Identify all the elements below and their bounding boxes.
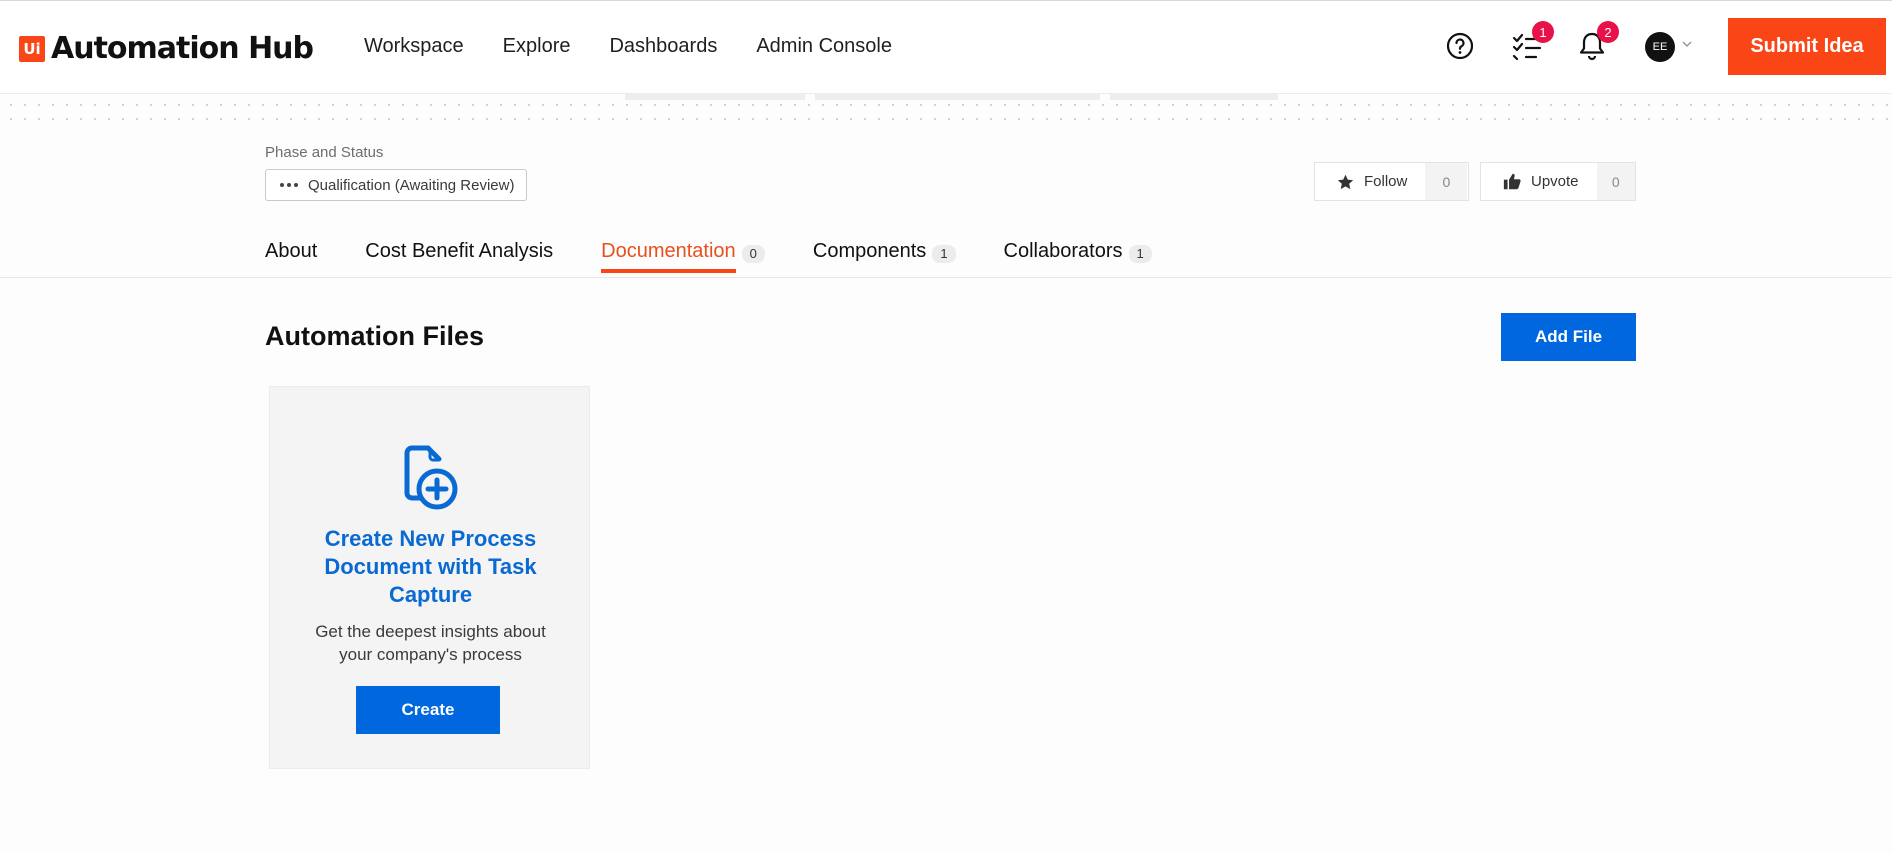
thumbs-up-icon <box>1503 173 1521 190</box>
tab-collaborators[interactable]: Collaborators 1 <box>1004 240 1152 278</box>
tab-cost-benefit-analysis[interactable]: Cost Benefit Analysis <box>365 240 553 278</box>
phase-status-label: Phase and Status <box>265 144 384 161</box>
tab-label: Cost Benefit Analysis <box>365 240 554 262</box>
notifications-button[interactable]: 2 <box>1575 21 1619 63</box>
star-icon <box>1337 174 1354 189</box>
user-avatar[interactable]: EE <box>1645 32 1675 62</box>
tasks-count-badge: 1 <box>1532 21 1554 43</box>
main-nav: Workspace Explore Dashboards Admin Conso… <box>364 35 931 58</box>
nav-item-admin-console[interactable]: Admin Console <box>756 35 892 58</box>
help-button[interactable] <box>1443 29 1477 63</box>
notifications-count-badge: 2 <box>1597 21 1619 43</box>
follow-label: Follow <box>1364 173 1408 190</box>
section-title: Automation Files <box>265 321 485 351</box>
upvote-count: 0 <box>1596 163 1635 200</box>
tasks-button[interactable]: 1 <box>1510 21 1554 63</box>
nav-item-workspace[interactable]: Workspace <box>364 35 464 58</box>
phase-status-value: Qualification (Awaiting Review) <box>308 176 515 194</box>
tab-label: Collaborators <box>1003 240 1123 262</box>
app-title: Automation Hub <box>51 31 314 66</box>
tab-count-badge: 1 <box>1128 245 1152 263</box>
create-button[interactable]: Create <box>356 686 500 734</box>
card-title[interactable]: Create New Process Document with Task Ca… <box>290 525 571 609</box>
tab-label: Documentation <box>601 240 736 273</box>
phase-status-dropdown[interactable]: Qualification (Awaiting Review) <box>265 169 528 201</box>
tab-label: Components <box>812 240 927 262</box>
tabs-divider <box>0 277 1892 278</box>
submit-idea-button[interactable]: Submit Idea <box>1728 18 1886 75</box>
create-process-document-card: Create New Process Document with Task Ca… <box>269 386 590 769</box>
tab-documentation[interactable]: Documentation 0 <box>601 240 765 278</box>
chevron-down-icon[interactable] <box>1681 39 1693 49</box>
tab-count-badge: 1 <box>932 245 956 263</box>
add-file-button[interactable]: Add File <box>1501 313 1636 361</box>
upvote-button[interactable]: Upvote 0 <box>1480 162 1636 201</box>
add-document-icon <box>404 445 458 510</box>
top-navigation-bar: Ui Automation Hub Workspace Explore Dash… <box>0 0 1892 94</box>
upvote-label: Upvote <box>1531 173 1579 190</box>
card-description: Get the deepest insights about your comp… <box>315 622 546 664</box>
stepper-segment <box>1110 94 1278 100</box>
help-icon <box>1446 32 1474 60</box>
nav-item-dashboards[interactable]: Dashboards <box>609 35 717 58</box>
stepper-segment <box>815 94 1100 100</box>
stepper-segment <box>625 94 805 100</box>
tab-about[interactable]: About <box>265 240 317 278</box>
more-dots-icon <box>280 183 298 187</box>
follow-button[interactable]: Follow 0 <box>1314 162 1469 201</box>
follow-count: 0 <box>1425 163 1468 200</box>
tab-label: About <box>265 240 318 262</box>
tab-count-badge: 0 <box>741 245 765 263</box>
uipath-logo-mark: Ui <box>19 35 45 62</box>
detail-tabs: About Cost Benefit Analysis Documentatio… <box>265 240 1200 278</box>
tab-components[interactable]: Components 1 <box>813 240 956 278</box>
nav-item-explore[interactable]: Explore <box>503 35 571 58</box>
app-logo[interactable]: Ui Automation Hub <box>19 31 314 66</box>
